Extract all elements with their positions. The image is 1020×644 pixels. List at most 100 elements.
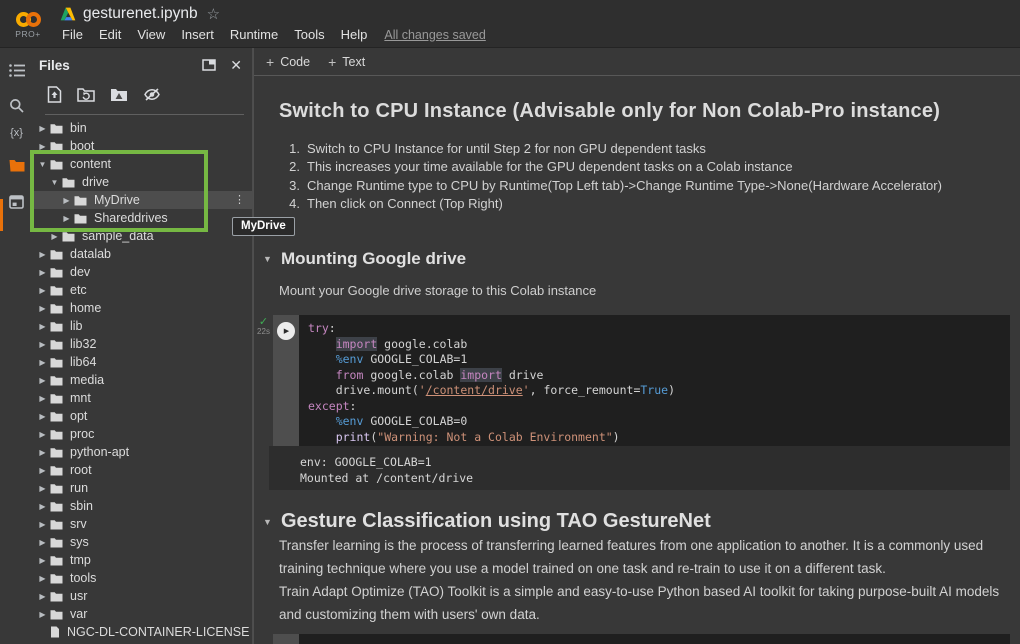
menu-runtime[interactable]: Runtime	[222, 27, 286, 42]
chevron-down-icon[interactable]: ▼	[50, 178, 59, 187]
chevron-right-icon[interactable]: ▶	[38, 574, 47, 583]
menu-file[interactable]: File	[60, 27, 91, 42]
tree-item-etc[interactable]: ▶etc	[33, 281, 252, 299]
chevron-right-icon[interactable]: ▶	[38, 592, 47, 601]
chevron-right-icon[interactable]: ▶	[38, 286, 47, 295]
chevron-right-icon[interactable]: ▶	[38, 268, 47, 277]
search-icon[interactable]	[0, 92, 33, 118]
tree-item-usr[interactable]: ▶usr	[33, 587, 252, 605]
chevron-down-icon[interactable]: ▼	[38, 160, 47, 169]
chevron-right-icon[interactable]: ▶	[38, 556, 47, 565]
table-of-contents-icon[interactable]	[0, 57, 33, 83]
folder-icon	[50, 501, 63, 512]
hidden-files-eye-icon[interactable]	[143, 87, 161, 107]
folder-icon	[50, 123, 63, 134]
chevron-right-icon[interactable]: ▶	[38, 538, 47, 547]
chevron-right-icon[interactable]: ▶	[38, 430, 47, 439]
tree-item-home[interactable]: ▶home	[33, 299, 252, 317]
code-line: except:	[308, 399, 1010, 415]
add-code-button[interactable]: + Code	[266, 55, 310, 69]
refresh-folder-icon[interactable]	[77, 87, 95, 107]
folder-icon	[50, 411, 63, 422]
chevron-right-icon[interactable]: ▶	[38, 322, 47, 331]
next-code-cell-partial[interactable]	[273, 634, 1010, 644]
chevron-right-icon[interactable]: ▶	[38, 502, 47, 511]
tree-item-content[interactable]: ▼content	[33, 155, 252, 173]
folder-icon	[50, 537, 63, 548]
tree-item-lib32[interactable]: ▶lib32	[33, 335, 252, 353]
tree-item-mnt[interactable]: ▶mnt	[33, 389, 252, 407]
tree-item-python-apt[interactable]: ▶python-apt	[33, 443, 252, 461]
collapse-triangle-icon[interactable]: ▼	[263, 254, 272, 264]
tree-item-bin[interactable]: ▶bin	[33, 119, 252, 137]
close-panel-icon[interactable]: ✕	[230, 57, 242, 74]
files-icon[interactable]	[0, 152, 33, 178]
tree-item-datalab[interactable]: ▶datalab	[33, 245, 252, 263]
tree-item-media[interactable]: ▶media	[33, 371, 252, 389]
tree-item-label: srv	[70, 517, 87, 531]
tree-item-run[interactable]: ▶run	[33, 479, 252, 497]
tree-item-lib64[interactable]: ▶lib64	[33, 353, 252, 371]
tree-item-sbin[interactable]: ▶sbin	[33, 497, 252, 515]
variables-icon[interactable]: {x}	[0, 120, 33, 146]
save-status[interactable]: All changes saved	[384, 28, 485, 42]
tree-item-var[interactable]: ▶var	[33, 605, 252, 623]
chevron-right-icon[interactable]: ▶	[38, 394, 47, 403]
menu-help[interactable]: Help	[333, 27, 376, 42]
terminal-icon[interactable]	[0, 189, 33, 215]
menu-insert[interactable]: Insert	[173, 27, 222, 42]
upload-file-icon[interactable]	[47, 86, 62, 108]
star-icon[interactable]: ☆	[207, 5, 220, 23]
tree-item-label: lib	[70, 319, 83, 333]
menu-edit[interactable]: Edit	[91, 27, 129, 42]
chevron-right-icon[interactable]: ▶	[38, 304, 47, 313]
chevron-right-icon[interactable]: ▶	[62, 214, 71, 223]
run-cell-button[interactable]: ▶	[277, 322, 295, 340]
chevron-right-icon[interactable]: ▶	[50, 232, 59, 241]
tree-item-MyDrive[interactable]: ▶MyDrive⋮	[33, 191, 252, 209]
tree-item-NGC-DL-CONTAINER-LICENSE[interactable]: NGC-DL-CONTAINER-LICENSE	[33, 623, 252, 641]
chevron-right-icon[interactable]: ▶	[38, 142, 47, 151]
menu-bar: FileEditViewInsertRuntimeToolsHelp All c…	[60, 25, 486, 45]
colab-app: PRO+ gesturenet.ipynb ☆ FileEditViewInse…	[0, 0, 1020, 644]
chevron-right-icon[interactable]: ▶	[38, 610, 47, 619]
tree-item-proc[interactable]: ▶proc	[33, 425, 252, 443]
tree-item-drive[interactable]: ▼drive	[33, 173, 252, 191]
tree-item-opt[interactable]: ▶opt	[33, 407, 252, 425]
colab-logo[interactable]: PRO+	[0, 0, 56, 47]
chevron-right-icon[interactable]: ▶	[38, 484, 47, 493]
chevron-right-icon[interactable]: ▶	[38, 358, 47, 367]
chevron-right-icon[interactable]: ▶	[38, 520, 47, 529]
tree-item-root[interactable]: ▶root	[33, 461, 252, 479]
chevron-right-icon[interactable]: ▶	[38, 448, 47, 457]
tree-item-label: tmp	[70, 553, 91, 567]
chevron-right-icon[interactable]: ▶	[62, 196, 71, 205]
menu-view[interactable]: View	[129, 27, 173, 42]
files-toolbar	[33, 82, 252, 114]
add-text-button[interactable]: + Text	[328, 55, 365, 69]
tree-item-dev[interactable]: ▶dev	[33, 263, 252, 281]
notebook-title[interactable]: gesturenet.ipynb	[83, 5, 198, 23]
chevron-right-icon[interactable]: ▶	[38, 340, 47, 349]
tree-item-sample_data[interactable]: ▶sample_data	[33, 227, 252, 245]
menu-tools[interactable]: Tools	[286, 27, 332, 42]
tree-item-srv[interactable]: ▶ srv	[33, 515, 252, 533]
popout-panel-icon[interactable]	[202, 59, 216, 71]
kebab-menu-icon[interactable]: ⋮	[234, 193, 245, 206]
chevron-right-icon[interactable]: ▶	[38, 466, 47, 475]
chevron-right-icon[interactable]: ▶	[38, 124, 47, 133]
tree-item-lib[interactable]: ▶ lib	[33, 317, 252, 335]
tree-item-sys[interactable]: ▶sys	[33, 533, 252, 551]
chevron-right-icon[interactable]: ▶	[38, 412, 47, 421]
chevron-right-icon[interactable]: ▶	[38, 376, 47, 385]
code-editor[interactable]: try: import google.colab %env GOOGLE_COL…	[299, 315, 1010, 446]
tree-item-tools[interactable]: ▶tools	[33, 569, 252, 587]
tree-item-tmp[interactable]: ▶ tmp	[33, 551, 252, 569]
tree-item-boot[interactable]: ▶boot	[33, 137, 252, 155]
step-number: 2.	[284, 159, 300, 174]
mount-drive-icon[interactable]	[110, 87, 128, 107]
collapse-triangle-icon[interactable]: ▼	[263, 517, 272, 527]
step-text: Then click on Connect (Top Right)	[307, 196, 503, 211]
tree-item-Shareddrives[interactable]: ▶Shareddrives	[33, 209, 252, 227]
chevron-right-icon[interactable]: ▶	[38, 250, 47, 259]
